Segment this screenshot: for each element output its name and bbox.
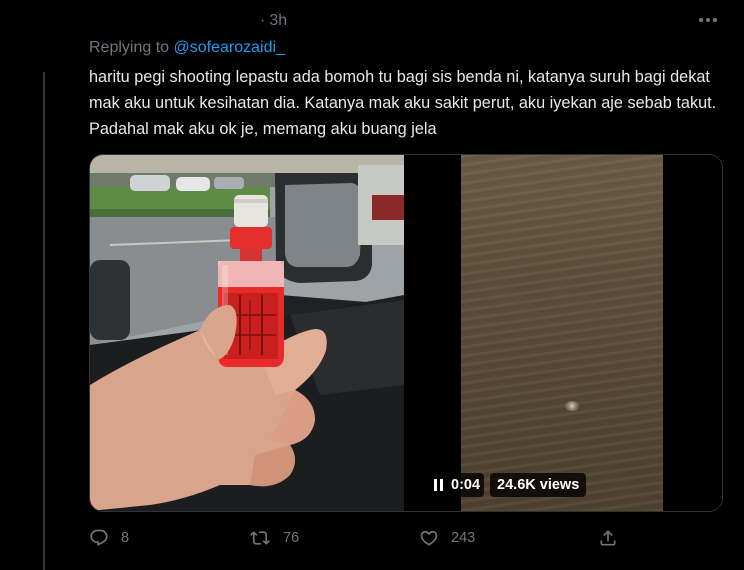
more-dots-icon[interactable] [696,8,720,32]
retweet-button[interactable]: 76 [249,528,299,548]
splash-mark [565,401,579,411]
replying-prefix: Replying to [89,39,170,56]
reply-count: 8 [121,530,130,546]
tweet-header: · 3h [260,10,287,32]
retweet-icon [249,528,271,548]
pause-icon [434,479,443,491]
reply-icon [89,528,109,548]
retweet-count: 76 [283,530,300,546]
tweet-timestamp[interactable]: 3h [269,12,287,30]
separator-dot: · [260,12,266,29]
like-count: 243 [451,530,476,546]
tweet[interactable]: · 3h Replying to @sofearozaidi_ haritu p… [0,0,744,570]
like-button[interactable]: 243 [419,528,475,548]
thread-line [43,72,45,570]
replying-to: Replying to @sofearozaidi_ [89,39,285,57]
media-grid: 0:04 24.6K views [89,154,723,512]
video-time: 0:04 [451,477,481,493]
video-controls: 0:04 24.6K views [428,473,587,497]
video-player[interactable]: 0:04 24.6K views [404,155,722,511]
replying-handle-link[interactable]: @sofearozaidi_ [174,39,285,56]
pause-button[interactable]: 0:04 [428,473,485,497]
tweet-actions: 8 76 243 [89,526,629,550]
share-button[interactable] [598,528,618,548]
tweet-text: haritu pegi shooting lepastu ada bomoh t… [89,68,717,138]
share-icon [598,528,618,548]
heart-icon [419,528,439,548]
river-water-video-frame [461,155,663,511]
video-views: 24.6K views [490,473,587,497]
reply-button[interactable]: 8 [89,528,129,548]
hand-holding-red-bottle-photo[interactable] [90,155,404,511]
